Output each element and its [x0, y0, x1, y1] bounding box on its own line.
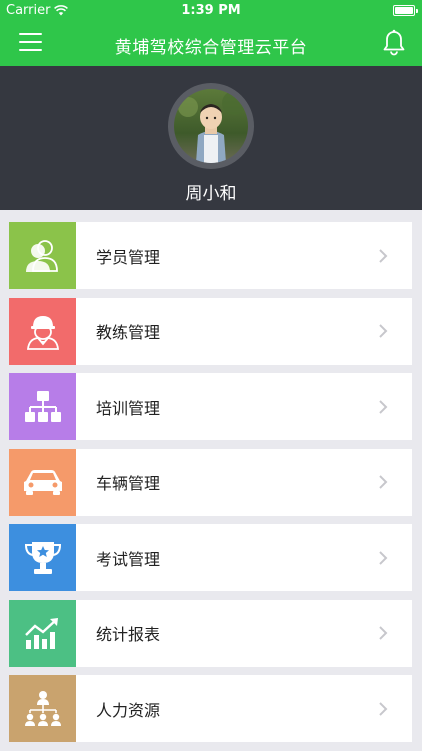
battery-icon [393, 5, 418, 16]
menu-item-training[interactable]: 培训管理 [9, 373, 412, 440]
status-bar: Carrier 1:39 PM [0, 0, 422, 22]
menu-item-label: 教练管理 [96, 323, 161, 342]
chevron-right-icon [368, 321, 398, 341]
menu-item-label: 统计报表 [96, 625, 161, 644]
menu-icon-box [9, 373, 76, 440]
menu-item-label: 考试管理 [96, 549, 161, 569]
chevron-right-icon [368, 472, 398, 492]
clock: 1:39 PM [181, 3, 241, 18]
user-name: 周小和 [185, 184, 237, 204]
chevron-right-icon [368, 246, 398, 266]
main-menu: 学员管理 教练管理 培训管理 车辆管理 考试管理 统计报表 人力资源 [9, 222, 412, 751]
avatar-frame[interactable] [168, 83, 254, 169]
menu-item-statistics[interactable]: 统计报表 [9, 599, 412, 667]
avatar [174, 89, 248, 163]
menu-line [19, 33, 42, 35]
menu-item-hr[interactable]: 人力资源 [9, 675, 412, 742]
menu-icon-box [9, 448, 76, 516]
menu-item-vehicles[interactable]: 车辆管理 [9, 448, 412, 516]
menu-icon-box [9, 599, 76, 667]
menu-icon-box [9, 297, 76, 365]
menu-item-students[interactable]: 学员管理 [9, 222, 412, 289]
chart-icon [24, 618, 58, 649]
menu-line [19, 49, 42, 51]
menu-line [19, 41, 42, 43]
menu-item-exams[interactable]: 考试管理 [9, 524, 412, 591]
menu-item-label: 人力资源 [96, 700, 161, 720]
menu-icon-box [9, 524, 76, 591]
menu-icon-box [9, 222, 76, 289]
notification-bell-button[interactable] [381, 29, 407, 57]
menu-item-coaches[interactable]: 教练管理 [9, 297, 412, 365]
page-title: 黄埔驾校综合管理云平台 [114, 38, 308, 58]
profile-header: 周小和 [0, 66, 422, 210]
students-icon [25, 239, 58, 272]
navigation-bar: 黄埔驾校综合管理云平台 [0, 22, 422, 66]
chevron-right-icon [368, 623, 398, 643]
car-icon [23, 470, 62, 495]
menu-item-label: 学员管理 [96, 247, 161, 267]
trophy-icon [24, 541, 61, 574]
menu-item-label: 车辆管理 [96, 474, 161, 493]
chevron-right-icon [368, 699, 398, 719]
avatar-photo [174, 89, 248, 163]
hamburger-menu-button[interactable] [19, 33, 42, 53]
hierarchy-icon [24, 690, 61, 726]
bell-icon [383, 29, 405, 56]
menu-icon-box [9, 675, 76, 742]
menu-item-label: 培训管理 [96, 398, 161, 418]
chevron-right-icon [368, 548, 398, 568]
org-chart-icon [24, 390, 61, 422]
coach-icon [26, 316, 59, 350]
chevron-right-icon [368, 397, 398, 417]
